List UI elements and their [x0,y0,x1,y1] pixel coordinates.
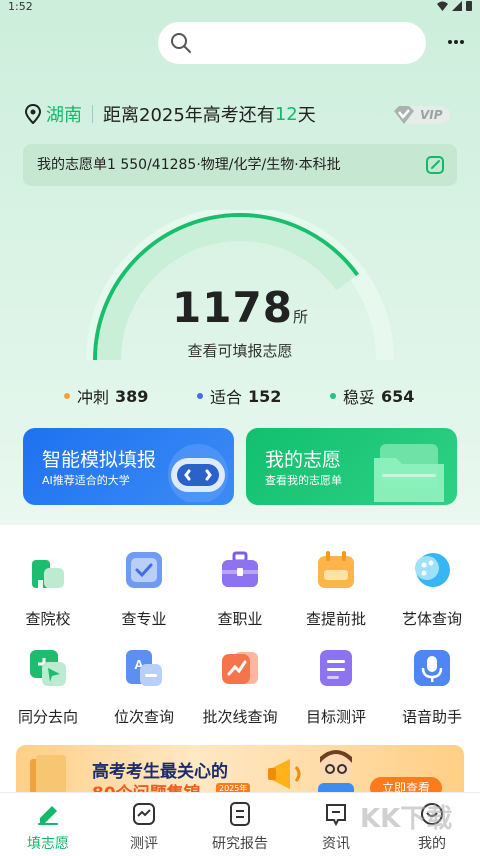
robot-icon [168,444,228,502]
plan-text: 我的志愿单1 550/41285·物理/化学/生物·本科批 [37,157,341,173]
card-subtitle: 查看我的志愿单 [265,474,342,487]
grid-label: 查专业 [121,610,167,628]
total-count[interactable]: 1178所 [0,283,480,332]
chart-icon [133,803,155,825]
my-volunteer-card[interactable]: 我的志愿 查看我的志愿单 [246,428,457,505]
grid-label: 批次线查询 [202,708,278,726]
stat-label: 冲刺 [77,388,110,407]
grid-label: 查院校 [25,610,71,628]
search-bar[interactable] [158,22,426,64]
diamond-icon [394,106,414,124]
tab-label: 资讯 [322,836,350,852]
wifi-icon [437,1,448,11]
divider [92,105,93,123]
stat-rush[interactable]: 冲刺 389 [64,384,148,408]
stat-safe[interactable]: 稳妥 654 [330,384,414,408]
survey-icon [320,650,352,686]
report-icon [230,802,250,826]
location-row: 湖南 距离2025年高考还有 12 天 [24,101,316,127]
grid-label: 语音助手 [401,708,462,726]
watermark-text: KK下载 [360,804,453,834]
edit-icon[interactable] [425,155,445,175]
volunteer-plan-bar[interactable]: 我的志愿单1 550/41285·物理/化学/生物·本科批 [23,144,457,186]
tab-research-report[interactable]: 研究报告 [192,793,288,856]
province-selector[interactable]: 湖南 [46,101,82,127]
grid-label: 位次查询 [113,708,174,726]
status-bar: 1:52 [0,0,480,14]
stat-label: 稳妥 [343,388,376,407]
status-time: 1:52 [8,0,33,13]
stat-dot [64,393,70,399]
stat-value: 152 [248,386,282,406]
total-number: 1178 [172,283,293,332]
card-subtitle: AI推荐适合的大学 [42,474,130,487]
grid-label: 艺体查询 [401,610,462,628]
calendar-icon [318,551,354,588]
book-icon [30,755,66,797]
grid-label: 查职业 [217,610,263,628]
tab-label: 我的 [418,836,446,852]
total-subtitle[interactable]: 查看可填报志愿 [0,340,480,361]
location-pin-icon[interactable] [24,104,42,124]
folder-icon [374,444,444,502]
tab-label: 测评 [130,836,158,852]
stat-value: 389 [115,386,149,406]
tab-fill-volunteer[interactable]: 填志愿 [0,793,96,856]
total-unit: 所 [292,308,308,326]
countdown-prefix: 距离2025年高考还有 [103,105,275,126]
briefcase-icon [222,551,258,587]
countdown-days: 12 [274,103,298,125]
vip-badge[interactable]: VIP [392,104,450,126]
pencil-icon [38,806,58,825]
tab-assessment[interactable]: 测评 [96,793,192,856]
message-icon [326,804,346,826]
grid-label: 同分去向 [17,708,78,726]
stat-dot [330,393,336,399]
flag-icon [30,650,66,686]
card-title: 我的志愿 [265,449,342,471]
countdown-suffix: 天 [297,105,316,126]
search-icon [171,33,191,53]
signal-icon [452,0,462,11]
card-title: 智能模拟填报 [42,449,157,471]
school-icon [32,560,64,588]
tab-label: 填志愿 [27,836,69,852]
promo-banner[interactable]: 高考考生最关心的 80个问题集锦 2025年 立即查看 [16,745,464,797]
stat-dot [197,393,203,399]
palette-icon [415,553,450,587]
grid-label: 查提前批 [305,610,366,628]
stat-value: 654 [381,386,415,406]
more-icon[interactable] [446,34,466,50]
grid-label: 目标测评 [305,708,366,726]
character-illustration [318,750,354,797]
trend-icon [222,652,258,684]
tab-label: 研究报告 [212,836,268,852]
battery-icon [466,1,472,11]
stat-fit[interactable]: 适合 152 [197,384,281,408]
smart-simulate-card[interactable]: 智能模拟填报 AI推荐适合的大学 [23,428,234,505]
stat-label: 适合 [210,388,243,407]
megaphone-icon [268,759,301,789]
major-icon [126,552,162,588]
microphone-icon [414,650,450,686]
rank-icon: A [126,650,162,686]
